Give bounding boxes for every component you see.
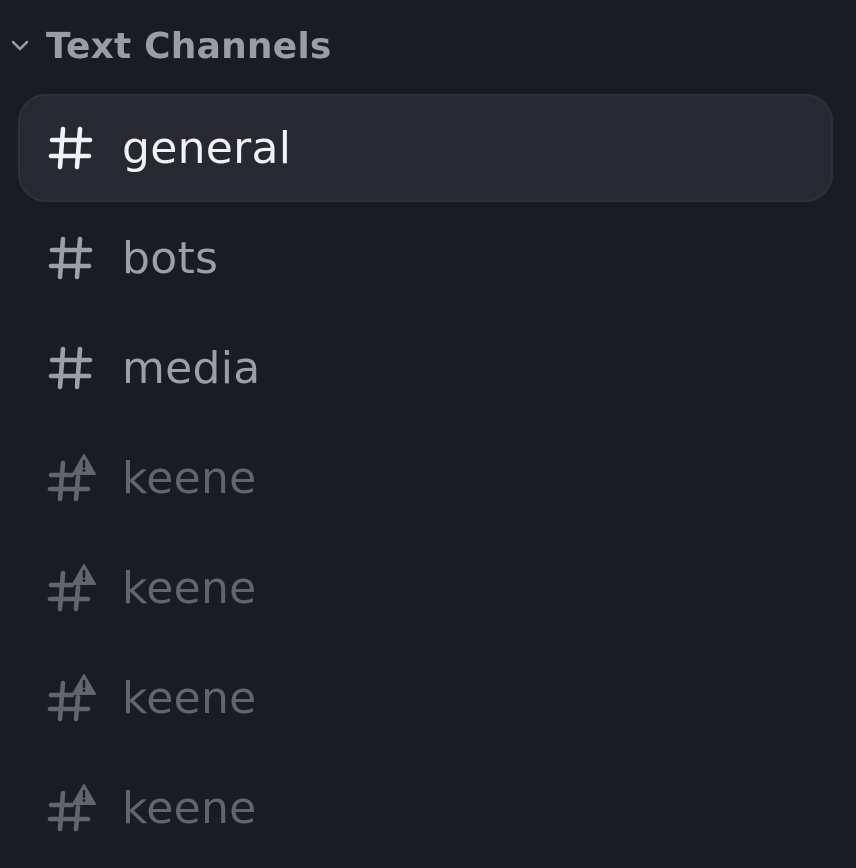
channel-item-keene[interactable]: keene: [18, 424, 833, 532]
channel-item-general[interactable]: general: [18, 94, 833, 202]
channel-name: bots: [122, 232, 219, 284]
channel-item-keene[interactable]: keene: [18, 754, 833, 862]
category-header-text-channels[interactable]: Text Channels: [0, 18, 332, 74]
channel-name: keene: [122, 782, 257, 834]
channel-item-keene[interactable]: keene: [18, 644, 833, 752]
channel-name: media: [122, 342, 261, 394]
channel-name: keene: [122, 672, 257, 724]
channel-name: general: [122, 122, 292, 174]
hash-warning-icon: [46, 453, 96, 503]
hash-warning-icon: [46, 783, 96, 833]
channel-list: general bots media keene keene keene kee…: [18, 94, 833, 864]
channel-sidebar: Text Channels general bots media keene k…: [0, 0, 856, 868]
category-label: Text Channels: [46, 25, 332, 67]
channel-item-media[interactable]: media: [18, 314, 833, 422]
channel-name: keene: [122, 452, 257, 504]
channel-item-keene[interactable]: keene: [18, 534, 833, 642]
channel-item-bots[interactable]: bots: [18, 204, 833, 312]
chevron-down-icon: [8, 34, 32, 58]
hash-warning-icon: [46, 673, 96, 723]
channel-name: keene: [122, 562, 257, 614]
hash-icon: [46, 233, 96, 283]
hash-warning-icon: [46, 563, 96, 613]
hash-icon: [46, 123, 96, 173]
hash-icon: [46, 343, 96, 393]
